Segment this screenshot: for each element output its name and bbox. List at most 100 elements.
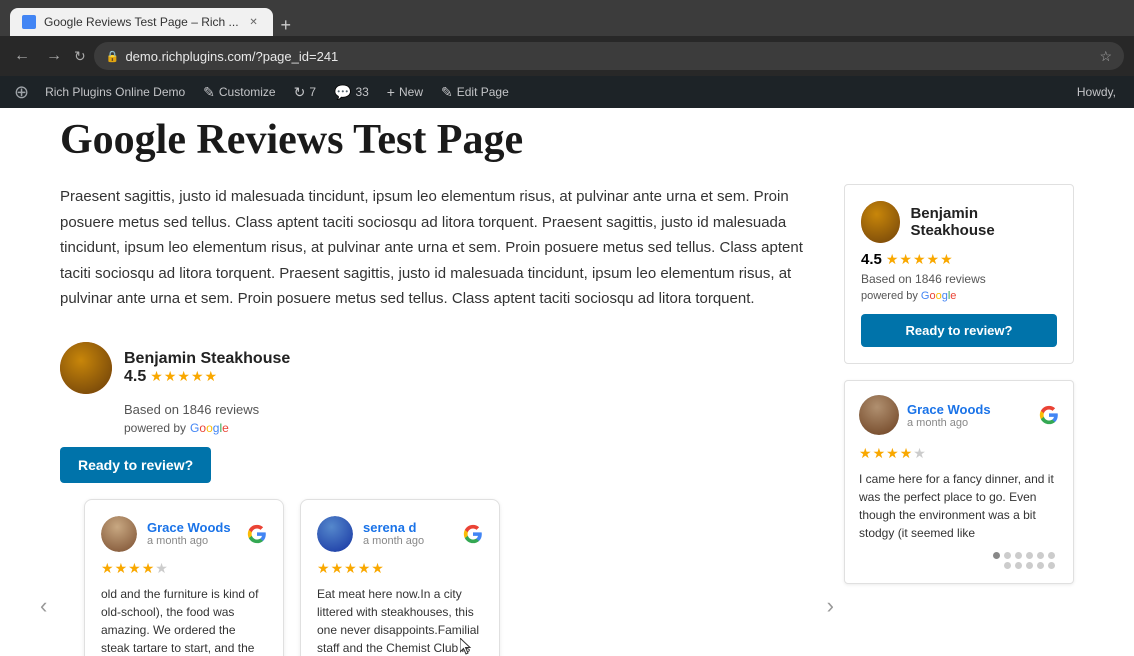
page-content: Google Reviews Test Page Praesent sagitt… — [0, 108, 1134, 656]
refresh-button[interactable]: ↻ — [74, 48, 86, 65]
rdot-2[interactable] — [1004, 552, 1011, 559]
new-tab-button[interactable]: + — [277, 15, 296, 36]
rdot-1[interactable] — [993, 552, 1000, 559]
rdot-8[interactable] — [1015, 562, 1022, 569]
right-google-logo: Google — [921, 290, 957, 302]
back-button[interactable]: ← — [10, 45, 34, 67]
rstar-4: ★ — [927, 251, 940, 268]
right-rating-row: 4.5 ★ ★ ★ ★ ★ — [861, 251, 1057, 268]
browser-chrome: Google Reviews Test Page – Rich ... ✕ + — [0, 0, 1134, 36]
rating-stars: ★ ★ ★ ★ ★ — [150, 368, 217, 385]
edit-page-label: Edit Page — [457, 85, 509, 99]
admin-bar-customize[interactable]: ✎ Customize — [195, 76, 283, 108]
business-name: Benjamin Steakhouse — [124, 350, 290, 368]
admin-bar-comments[interactable]: 💬 33 — [326, 76, 377, 108]
rdot-3[interactable] — [1015, 552, 1022, 559]
right-review-text: I came here for a fancy dinner, and it w… — [859, 470, 1059, 542]
right-review-card: Grace Woods a month ago ★ ★ ★ ★ ★ — [844, 380, 1074, 584]
rdot-11[interactable] — [1048, 562, 1055, 569]
forward-button[interactable]: → — [42, 45, 66, 67]
rs2-3: ★ — [344, 560, 357, 577]
right-business-header: Benjamin Steakhouse — [861, 201, 1057, 243]
right-avatar-img — [861, 201, 900, 243]
tab-close-btn[interactable]: ✕ — [247, 15, 261, 29]
customize-icon: ✎ — [203, 84, 215, 101]
rs1-1: ★ — [101, 560, 114, 577]
serena-avatar-img — [317, 516, 353, 552]
star-3: ★ — [177, 368, 190, 385]
rrs-1: ★ — [859, 445, 872, 462]
right-business-name: Benjamin Steakhouse — [910, 205, 1057, 239]
rdot-7[interactable] — [1004, 562, 1011, 569]
url-bar[interactable]: 🔒 demo.richplugins.com/?page_id=241 ☆ — [94, 42, 1124, 70]
right-reviewer-info: Grace Woods a month ago — [907, 402, 991, 429]
reviewer-time-2: a month ago — [363, 535, 453, 547]
rdot-10[interactable] — [1037, 562, 1044, 569]
carousel-next-button[interactable]: › — [827, 593, 834, 619]
rdot-6[interactable] — [1048, 552, 1055, 559]
carousel-prev-button[interactable]: ‹ — [40, 593, 47, 619]
right-rating-num: 4.5 — [861, 251, 882, 268]
reviews-carousel: Grace Woods a month ago ★ — [84, 499, 790, 656]
right-carousel-dots — [859, 552, 1059, 569]
right-review-button[interactable]: Ready to review? — [861, 314, 1057, 347]
business-header: Benjamin Steakhouse 4.5 ★ ★ ★ ★ ★ — [60, 342, 290, 394]
g-letter-3: o — [206, 421, 213, 435]
powered-by-text: powered by — [124, 421, 186, 435]
rating-row: 4.5 ★ ★ ★ ★ ★ — [124, 368, 290, 386]
google-logo-text: Google — [190, 421, 229, 435]
right-grace-avatar-img — [859, 395, 899, 435]
star-5-half: ★ — [205, 368, 218, 385]
right-reviewer-avatar — [859, 395, 899, 435]
powered-by: powered by Google — [124, 421, 229, 435]
rs2-2: ★ — [331, 560, 344, 577]
admin-bar-new[interactable]: + New — [379, 76, 431, 108]
reviewer-info-1: Grace Woods a month ago — [147, 520, 237, 547]
lock-icon: 🔒 — [106, 50, 120, 63]
review-stars-2: ★ ★ ★ ★ ★ — [317, 560, 384, 577]
rrs-2: ★ — [873, 445, 886, 462]
right-reviewer-time: a month ago — [907, 417, 991, 429]
review-card-2: serena d a month ago ★ — [300, 499, 500, 656]
rdot-9[interactable] — [1026, 562, 1033, 569]
updates-icon: ↻ — [294, 84, 306, 101]
reviewer-info-2: serena d a month ago — [363, 520, 453, 547]
right-reviewer-header: Grace Woods a month ago — [859, 395, 1059, 435]
avatar-image — [60, 342, 112, 394]
rdot-4[interactable] — [1026, 552, 1033, 559]
bookmark-icon[interactable]: ☆ — [1099, 48, 1112, 65]
star-4: ★ — [191, 368, 204, 385]
right-business-info: Benjamin Steakhouse — [910, 205, 1057, 239]
right-powered-by: powered by Google — [861, 290, 1057, 302]
business-avatar — [60, 342, 112, 394]
rs1-5: ★ — [155, 560, 168, 577]
admin-bar-updates[interactable]: ↻ 7 — [286, 76, 324, 108]
comments-count: 33 — [355, 85, 368, 99]
admin-bar-site-name[interactable]: Rich Plugins Online Demo — [37, 76, 193, 108]
right-reviewer-name: Grace Woods — [907, 402, 991, 417]
active-tab[interactable]: Google Reviews Test Page – Rich ... ✕ — [10, 8, 273, 36]
rg-6: e — [950, 290, 956, 302]
rdot-5[interactable] — [1037, 552, 1044, 559]
business-info: Benjamin Steakhouse 4.5 ★ ★ ★ ★ ★ — [124, 350, 290, 386]
reviewer-time-1: a month ago — [147, 535, 237, 547]
grace-avatar-img — [101, 516, 137, 552]
rrs-3: ★ — [886, 445, 899, 462]
rrs-4: ★ — [900, 445, 913, 462]
admin-bar-edit-page[interactable]: ✎ Edit Page — [433, 76, 517, 108]
reviewer-name-2: serena d — [363, 520, 453, 535]
right-dots-row-2 — [1004, 562, 1055, 569]
ready-to-review-button[interactable]: Ready to review? — [60, 447, 211, 483]
right-reviews-count: Based on 1846 reviews — [861, 272, 1057, 286]
star-2: ★ — [164, 368, 177, 385]
rs2-5: ★ — [371, 560, 384, 577]
edit-icon: ✎ — [441, 84, 453, 101]
new-label: New — [399, 85, 423, 99]
reviewer-avatar-2 — [317, 516, 353, 552]
reviews-section: ‹ Grace Woods a month ago — [60, 499, 814, 656]
wp-logo[interactable]: ⊕ — [8, 82, 35, 103]
rs2-1: ★ — [317, 560, 330, 577]
google-g-icon-2 — [463, 524, 483, 544]
rstar-2: ★ — [899, 251, 912, 268]
review-text-1: old and the furniture is kind of old-sch… — [101, 585, 267, 656]
